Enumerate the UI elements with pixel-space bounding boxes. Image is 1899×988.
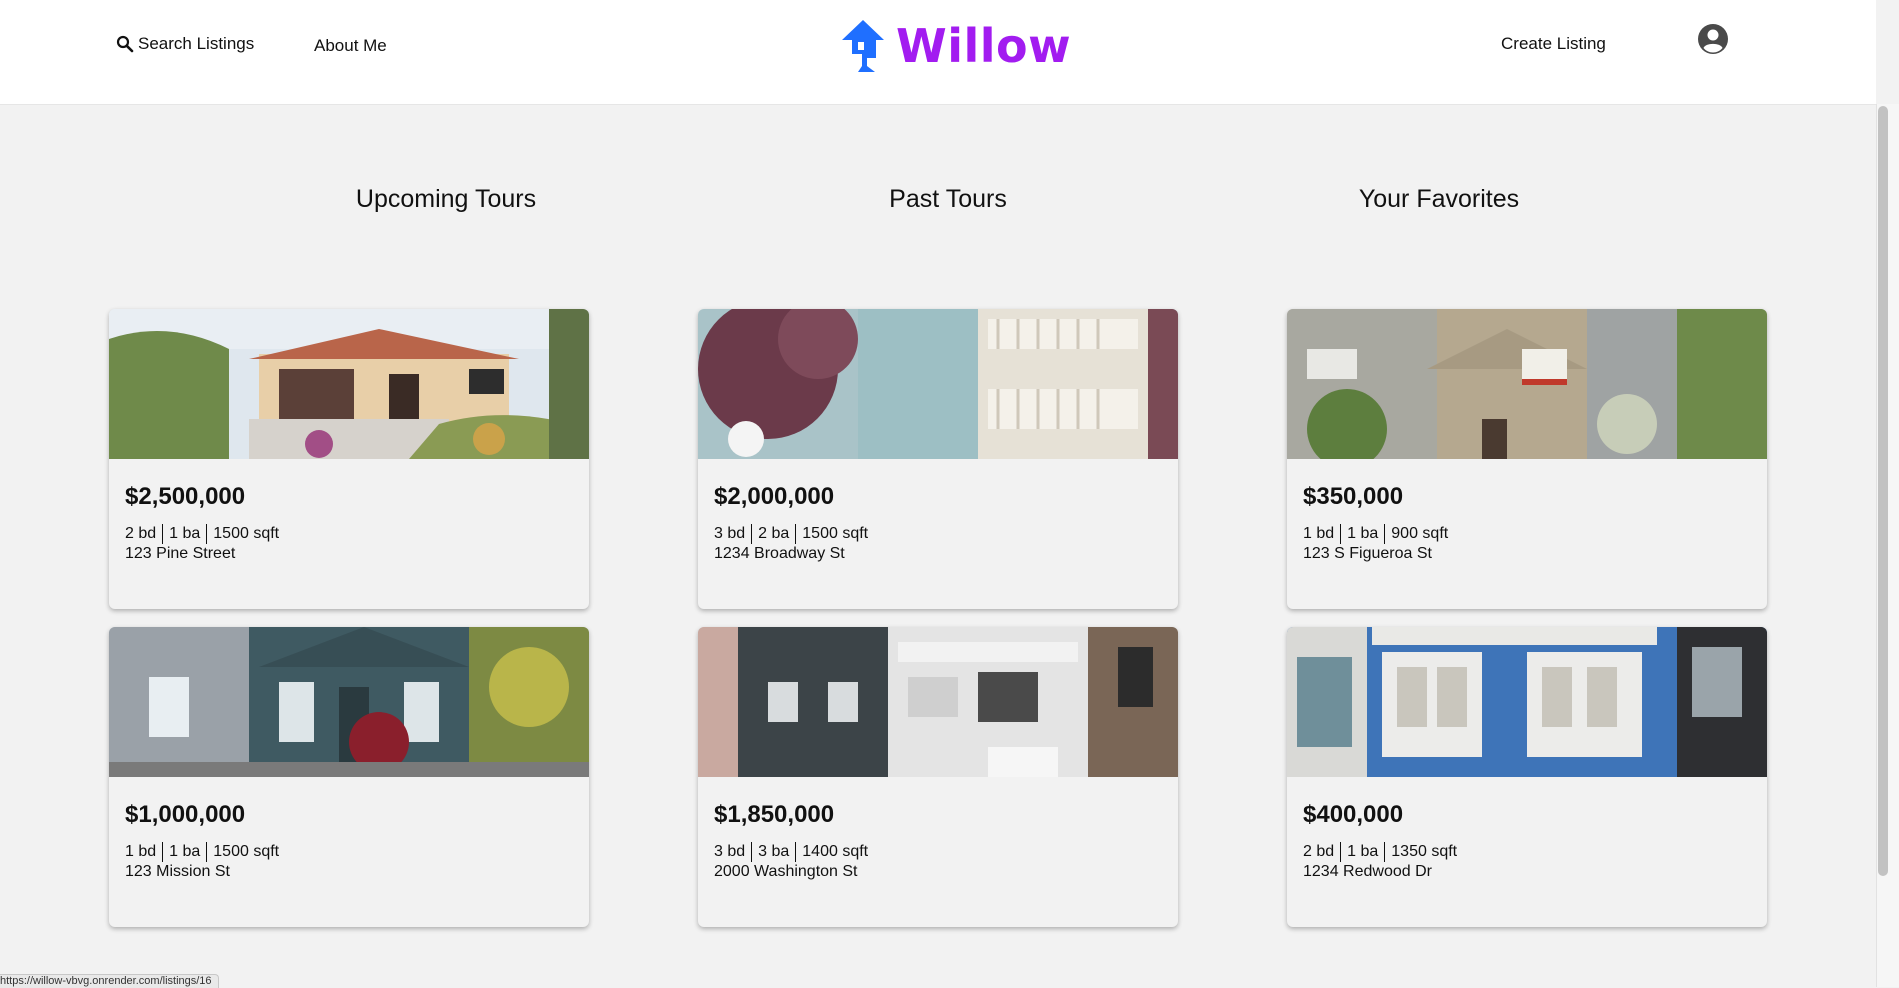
search-listings-label: Search Listings [138, 34, 255, 53]
listing-address: 123 Mission St [125, 863, 230, 880]
house-logo-icon [842, 20, 884, 72]
past-tours-heading: Past Tours [889, 185, 1007, 213]
about-me-link[interactable]: About Me [314, 36, 387, 56]
scrollbar-thumb[interactable] [1878, 106, 1888, 876]
listing-baths: 2 ba [758, 525, 790, 542]
listing-price: $400,000 [1303, 801, 1404, 828]
listing-address: 1234 Redwood Dr [1303, 863, 1432, 880]
listing-sqft: 1500 sqft [213, 525, 280, 542]
listing-card[interactable]: $350,000 1 bd 1 ba 900 sqft 123 S Figuer… [1287, 309, 1767, 609]
user-avatar-icon[interactable] [1697, 23, 1729, 55]
listing-sqft: 900 sqft [1391, 525, 1449, 542]
listing-card[interactable]: $2,500,000 2 bd 1 ba 1500 sqft 123 Pine … [109, 309, 589, 609]
listing-photo [698, 627, 1178, 777]
listing-card[interactable]: $1,850,000 3 bd 3 ba 1400 sqft 2000 Wash… [698, 627, 1178, 927]
listing-sqft: 1500 sqft [213, 843, 280, 860]
brand-logo-link[interactable]: Willow [840, 18, 1071, 74]
listing-price: $1,000,000 [125, 801, 246, 828]
listing-price: $2,500,000 [125, 483, 246, 510]
top-nav: Search Listings About Me Willow Create L… [0, 0, 1876, 105]
listing-sqft: 1350 sqft [1391, 843, 1458, 860]
upcoming-tours-heading: Upcoming Tours [355, 185, 537, 213]
listing-specs: 3 bd 2 ba 1500 sqft [714, 524, 868, 544]
listing-photo [109, 627, 589, 777]
link-status-bar: https://willow-vbvg.onrender.com/listing… [0, 974, 219, 988]
listing-beds: 1 bd [1303, 525, 1335, 542]
listing-card[interactable]: $1,000,000 1 bd 1 ba 1500 sqft 123 Missi… [109, 627, 589, 927]
brand-name: Willow [896, 19, 1072, 73]
listing-card[interactable]: $400,000 2 bd 1 ba 1350 sqft 1234 Redwoo… [1287, 627, 1767, 927]
create-listing-link[interactable]: Create Listing [1501, 34, 1606, 54]
listing-baths: 1 ba [1347, 843, 1379, 860]
listing-photo [698, 309, 1178, 459]
listing-baths: 1 ba [169, 843, 201, 860]
listing-baths: 1 ba [169, 525, 201, 542]
listing-photo [1287, 627, 1767, 777]
listing-specs: 3 bd 3 ba 1400 sqft [714, 842, 868, 862]
listing-sqft: 1500 sqft [802, 525, 869, 542]
listing-address: 1234 Broadway St [714, 545, 845, 562]
listing-beds: 3 bd [714, 525, 746, 542]
listing-card[interactable]: $2,000,000 3 bd 2 ba 1500 sqft 1234 Broa… [698, 309, 1178, 609]
listing-address: 123 Pine Street [125, 545, 236, 562]
listing-specs: 1 bd 1 ba 900 sqft [1303, 524, 1448, 544]
listing-photo [109, 309, 589, 459]
listing-price: $1,850,000 [714, 801, 835, 828]
listing-address: 2000 Washington St [714, 863, 858, 880]
listing-beds: 2 bd [1303, 843, 1335, 860]
listing-beds: 3 bd [714, 843, 746, 860]
listing-price: $2,000,000 [714, 483, 835, 510]
your-favorites-heading: Your Favorites [1358, 185, 1520, 213]
listing-specs: 2 bd 1 ba 1350 sqft [1303, 842, 1457, 862]
listing-photo [1287, 309, 1767, 459]
search-listings-link[interactable]: Search Listings [116, 34, 254, 54]
listing-specs: 1 bd 1 ba 1500 sqft [125, 842, 279, 862]
listing-beds: 1 bd [125, 843, 157, 860]
listing-specs: 2 bd 1 ba 1500 sqft [125, 524, 279, 544]
search-icon [116, 35, 134, 53]
listing-beds: 2 bd [125, 525, 157, 542]
listing-sqft: 1400 sqft [802, 843, 869, 860]
listing-price: $350,000 [1303, 483, 1404, 510]
listing-baths: 3 ba [758, 843, 790, 860]
listing-baths: 1 ba [1347, 525, 1379, 542]
listing-address: 123 S Figueroa St [1303, 545, 1432, 562]
